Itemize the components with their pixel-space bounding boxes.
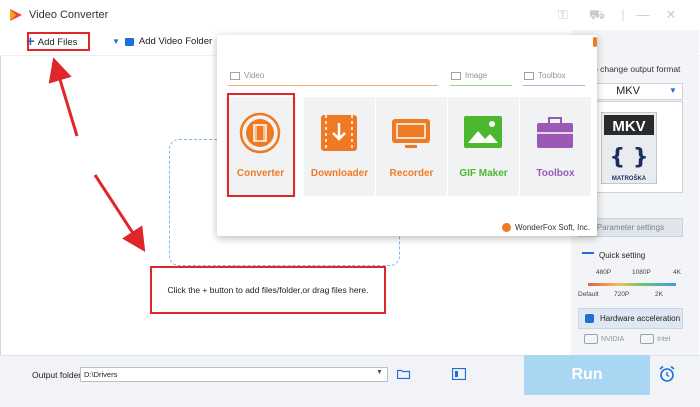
quick-setting: Quick setting [582, 251, 645, 260]
output-folder-dropdown-icon[interactable]: ▼ [376, 369, 383, 376]
gpu-icon [640, 334, 654, 344]
quality-label-4k: 4K [673, 269, 681, 276]
close-icon[interactable]: ✕ [662, 6, 680, 24]
quality-label-1080p: 1080P [632, 269, 651, 276]
quality-label-default: Default [578, 291, 599, 298]
mkv-badge-bottom: MATROŠKA [612, 174, 647, 182]
dropdown-triangle-icon[interactable]: ▼ [112, 37, 120, 46]
run-button[interactable]: Run [524, 355, 650, 395]
company-credit: WonderFox Soft, Inc. [502, 223, 590, 232]
downloader-icon [321, 115, 357, 151]
intel-option[interactable]: Intel [640, 334, 670, 344]
gpu-icon [584, 334, 598, 344]
tile-gif-maker-label: GIF Maker [459, 168, 508, 179]
app-title: Video Converter [29, 9, 109, 21]
alarm-clock-icon[interactable] [658, 365, 676, 383]
hardware-acceleration-label: Hardware acceleration [600, 314, 681, 323]
tile-downloader-label: Downloader [310, 168, 369, 179]
tile-toolbox-label: Toolbox [536, 168, 575, 179]
company-credit-label: WonderFox Soft, Inc. [515, 223, 590, 232]
output-list-icon[interactable] [452, 368, 466, 380]
video-category-icon [230, 71, 240, 80]
category-toolbox-label: Toolbox [538, 71, 566, 80]
app-logo-icon [10, 9, 22, 21]
wonderfox-logo-icon [502, 223, 511, 232]
key-icon[interactable]: ⚿ [554, 6, 572, 24]
quality-label-720p: 720P [614, 291, 630, 298]
quality-label-480p: 480P [596, 269, 612, 276]
category-image-label: Image [465, 71, 488, 80]
category-toolbox-underline [523, 85, 585, 86]
mkv-format-icon: MKV { } MATROŠKA [601, 112, 657, 184]
image-category-icon [451, 71, 461, 80]
open-folder-icon[interactable] [397, 369, 411, 379]
category-video: Video [230, 71, 264, 80]
annotation-highlight-add-files [27, 32, 90, 51]
quality-label-2k: 2K [655, 291, 663, 298]
output-folder-input[interactable] [80, 367, 388, 382]
format-dropdown-icon[interactable]: ▼ [669, 86, 677, 95]
chip-icon [585, 314, 594, 323]
annotation-highlight-converter [227, 93, 295, 197]
category-toolbox: Toolbox [524, 71, 566, 80]
drop-hint-text: Click the + button to add files/folder,o… [167, 285, 369, 295]
quick-setting-icon [582, 251, 594, 260]
svg-text:{ }: { } [610, 145, 649, 170]
category-image: Image [451, 71, 487, 80]
toolbox-category-icon [524, 71, 534, 80]
quick-setting-label: Quick setting [599, 251, 646, 260]
folder-icon [124, 37, 134, 46]
minimize-icon[interactable]: — [634, 6, 652, 24]
nvidia-option[interactable]: NVIDIA [584, 334, 624, 344]
category-video-underline [228, 85, 438, 86]
popup-accent [593, 37, 597, 47]
hardware-acceleration-toggle[interactable]: Hardware acceleration [578, 308, 683, 329]
output-folder-label: Output folder: [32, 370, 84, 380]
gif-maker-icon [464, 116, 502, 148]
nvidia-label: NVIDIA [601, 335, 625, 343]
category-image-underline [450, 85, 512, 86]
output-format-label: o change output format [593, 64, 681, 74]
recorder-icon [392, 119, 430, 148]
add-video-folder-button[interactable]: ▼ Add Video Folder [112, 36, 212, 47]
quality-slider[interactable] [588, 283, 676, 286]
tile-recorder-label: Recorder [389, 168, 434, 179]
add-folder-label: Add Video Folder [138, 36, 213, 47]
toolbox-icon [537, 117, 573, 148]
separator: | [621, 7, 625, 22]
mkv-badge-top: MKV [612, 118, 645, 135]
category-video-label: Video [244, 71, 265, 80]
intel-label: Intel [657, 335, 671, 343]
cart-icon[interactable]: ⛟ [588, 6, 606, 24]
